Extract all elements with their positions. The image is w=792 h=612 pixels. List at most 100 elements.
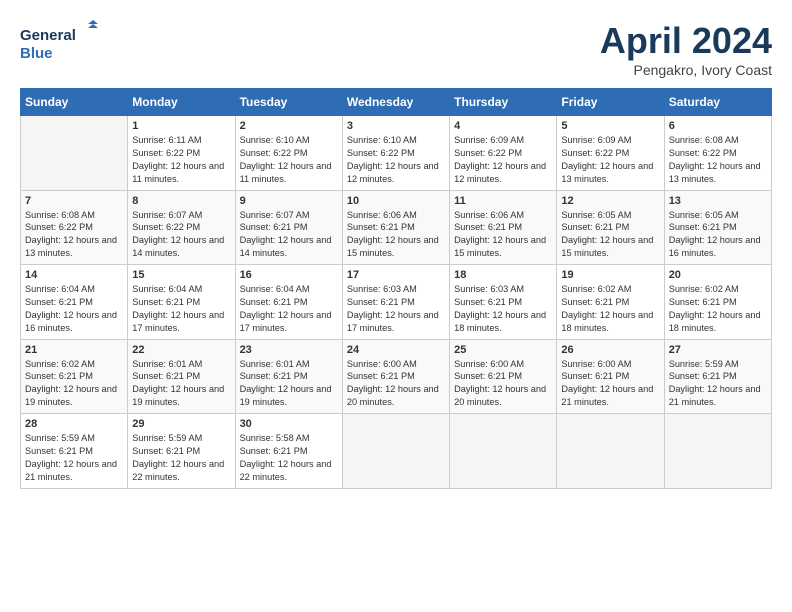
calendar-cell: 29 Sunrise: 5:59 AMSunset: 6:21 PMDaylig… — [128, 414, 235, 489]
calendar-cell: 26 Sunrise: 6:00 AMSunset: 6:21 PMDaylig… — [557, 339, 664, 414]
day-number: 7 — [25, 195, 123, 207]
day-number: 4 — [454, 120, 552, 132]
month-title: April 2024 — [600, 20, 772, 62]
logo: General Blue — [20, 20, 100, 64]
location: Pengakro, Ivory Coast — [600, 62, 772, 78]
day-number: 16 — [240, 269, 338, 281]
day-info: Sunrise: 6:11 AMSunset: 6:22 PMDaylight:… — [132, 135, 224, 184]
day-info: Sunrise: 5:59 AMSunset: 6:21 PMDaylight:… — [132, 433, 224, 482]
day-number: 28 — [25, 418, 123, 430]
day-number: 24 — [347, 344, 445, 356]
week-row-4: 21 Sunrise: 6:02 AMSunset: 6:21 PMDaylig… — [21, 339, 772, 414]
day-info: Sunrise: 6:09 AMSunset: 6:22 PMDaylight:… — [454, 135, 546, 184]
day-info: Sunrise: 6:05 AMSunset: 6:21 PMDaylight:… — [561, 210, 653, 259]
day-info: Sunrise: 6:02 AMSunset: 6:21 PMDaylight:… — [669, 284, 761, 333]
day-number: 5 — [561, 120, 659, 132]
week-row-3: 14 Sunrise: 6:04 AMSunset: 6:21 PMDaylig… — [21, 265, 772, 340]
calendar-cell: 1 Sunrise: 6:11 AMSunset: 6:22 PMDayligh… — [128, 116, 235, 191]
day-number: 22 — [132, 344, 230, 356]
column-header-friday: Friday — [557, 89, 664, 116]
day-number: 14 — [25, 269, 123, 281]
calendar-cell: 18 Sunrise: 6:03 AMSunset: 6:21 PMDaylig… — [450, 265, 557, 340]
calendar-cell — [450, 414, 557, 489]
logo-svg: General Blue — [20, 20, 100, 64]
day-number: 27 — [669, 344, 767, 356]
day-info: Sunrise: 6:04 AMSunset: 6:21 PMDaylight:… — [240, 284, 332, 333]
day-number: 19 — [561, 269, 659, 281]
day-number: 8 — [132, 195, 230, 207]
day-info: Sunrise: 6:06 AMSunset: 6:21 PMDaylight:… — [454, 210, 546, 259]
day-info: Sunrise: 6:07 AMSunset: 6:22 PMDaylight:… — [132, 210, 224, 259]
svg-text:Blue: Blue — [20, 45, 53, 62]
calendar-cell: 14 Sunrise: 6:04 AMSunset: 6:21 PMDaylig… — [21, 265, 128, 340]
day-info: Sunrise: 6:02 AMSunset: 6:21 PMDaylight:… — [561, 284, 653, 333]
calendar-cell: 22 Sunrise: 6:01 AMSunset: 6:21 PMDaylig… — [128, 339, 235, 414]
day-number: 29 — [132, 418, 230, 430]
column-header-wednesday: Wednesday — [342, 89, 449, 116]
calendar-cell: 7 Sunrise: 6:08 AMSunset: 6:22 PMDayligh… — [21, 190, 128, 265]
day-info: Sunrise: 6:00 AMSunset: 6:21 PMDaylight:… — [347, 359, 439, 408]
day-info: Sunrise: 6:09 AMSunset: 6:22 PMDaylight:… — [561, 135, 653, 184]
day-number: 20 — [669, 269, 767, 281]
day-number: 2 — [240, 120, 338, 132]
calendar-cell: 3 Sunrise: 6:10 AMSunset: 6:22 PMDayligh… — [342, 116, 449, 191]
calendar-cell: 20 Sunrise: 6:02 AMSunset: 6:21 PMDaylig… — [664, 265, 771, 340]
day-info: Sunrise: 6:08 AMSunset: 6:22 PMDaylight:… — [669, 135, 761, 184]
day-number: 6 — [669, 120, 767, 132]
calendar-cell: 16 Sunrise: 6:04 AMSunset: 6:21 PMDaylig… — [235, 265, 342, 340]
day-info: Sunrise: 6:04 AMSunset: 6:21 PMDaylight:… — [25, 284, 117, 333]
calendar-cell — [342, 414, 449, 489]
calendar-cell — [21, 116, 128, 191]
day-number: 11 — [454, 195, 552, 207]
day-info: Sunrise: 6:02 AMSunset: 6:21 PMDaylight:… — [25, 359, 117, 408]
day-number: 17 — [347, 269, 445, 281]
day-info: Sunrise: 6:01 AMSunset: 6:21 PMDaylight:… — [132, 359, 224, 408]
calendar-cell: 28 Sunrise: 5:59 AMSunset: 6:21 PMDaylig… — [21, 414, 128, 489]
calendar-cell: 12 Sunrise: 6:05 AMSunset: 6:21 PMDaylig… — [557, 190, 664, 265]
calendar-cell: 24 Sunrise: 6:00 AMSunset: 6:21 PMDaylig… — [342, 339, 449, 414]
calendar-table: SundayMondayTuesdayWednesdayThursdayFrid… — [20, 88, 772, 489]
calendar-cell: 19 Sunrise: 6:02 AMSunset: 6:21 PMDaylig… — [557, 265, 664, 340]
week-row-1: 1 Sunrise: 6:11 AMSunset: 6:22 PMDayligh… — [21, 116, 772, 191]
day-info: Sunrise: 5:59 AMSunset: 6:21 PMDaylight:… — [669, 359, 761, 408]
calendar-cell — [557, 414, 664, 489]
day-info: Sunrise: 6:07 AMSunset: 6:21 PMDaylight:… — [240, 210, 332, 259]
calendar-cell: 17 Sunrise: 6:03 AMSunset: 6:21 PMDaylig… — [342, 265, 449, 340]
calendar-cell: 30 Sunrise: 5:58 AMSunset: 6:21 PMDaylig… — [235, 414, 342, 489]
day-number: 30 — [240, 418, 338, 430]
day-info: Sunrise: 6:10 AMSunset: 6:22 PMDaylight:… — [347, 135, 439, 184]
week-row-2: 7 Sunrise: 6:08 AMSunset: 6:22 PMDayligh… — [21, 190, 772, 265]
day-info: Sunrise: 6:10 AMSunset: 6:22 PMDaylight:… — [240, 135, 332, 184]
calendar-cell: 27 Sunrise: 5:59 AMSunset: 6:21 PMDaylig… — [664, 339, 771, 414]
calendar-cell: 25 Sunrise: 6:00 AMSunset: 6:21 PMDaylig… — [450, 339, 557, 414]
calendar-cell: 13 Sunrise: 6:05 AMSunset: 6:21 PMDaylig… — [664, 190, 771, 265]
calendar-cell: 11 Sunrise: 6:06 AMSunset: 6:21 PMDaylig… — [450, 190, 557, 265]
calendar-cell: 9 Sunrise: 6:07 AMSunset: 6:21 PMDayligh… — [235, 190, 342, 265]
calendar-cell — [664, 414, 771, 489]
day-number: 13 — [669, 195, 767, 207]
day-info: Sunrise: 6:04 AMSunset: 6:21 PMDaylight:… — [132, 284, 224, 333]
day-number: 23 — [240, 344, 338, 356]
day-number: 15 — [132, 269, 230, 281]
calendar-cell: 5 Sunrise: 6:09 AMSunset: 6:22 PMDayligh… — [557, 116, 664, 191]
day-info: Sunrise: 6:03 AMSunset: 6:21 PMDaylight:… — [347, 284, 439, 333]
day-info: Sunrise: 6:08 AMSunset: 6:22 PMDaylight:… — [25, 210, 117, 259]
calendar-header-row: SundayMondayTuesdayWednesdayThursdayFrid… — [21, 89, 772, 116]
day-number: 3 — [347, 120, 445, 132]
day-info: Sunrise: 6:03 AMSunset: 6:21 PMDaylight:… — [454, 284, 546, 333]
calendar-cell: 15 Sunrise: 6:04 AMSunset: 6:21 PMDaylig… — [128, 265, 235, 340]
week-row-5: 28 Sunrise: 5:59 AMSunset: 6:21 PMDaylig… — [21, 414, 772, 489]
calendar-cell: 21 Sunrise: 6:02 AMSunset: 6:21 PMDaylig… — [21, 339, 128, 414]
calendar-cell: 23 Sunrise: 6:01 AMSunset: 6:21 PMDaylig… — [235, 339, 342, 414]
calendar-cell: 6 Sunrise: 6:08 AMSunset: 6:22 PMDayligh… — [664, 116, 771, 191]
title-area: April 2024 Pengakro, Ivory Coast — [600, 20, 772, 78]
day-info: Sunrise: 6:05 AMSunset: 6:21 PMDaylight:… — [669, 210, 761, 259]
column-header-sunday: Sunday — [21, 89, 128, 116]
column-header-saturday: Saturday — [664, 89, 771, 116]
svg-text:General: General — [20, 27, 76, 44]
page-header: General Blue April 2024 Pengakro, Ivory … — [20, 20, 772, 78]
calendar-cell: 8 Sunrise: 6:07 AMSunset: 6:22 PMDayligh… — [128, 190, 235, 265]
day-info: Sunrise: 6:01 AMSunset: 6:21 PMDaylight:… — [240, 359, 332, 408]
day-info: Sunrise: 5:58 AMSunset: 6:21 PMDaylight:… — [240, 433, 332, 482]
calendar-cell: 4 Sunrise: 6:09 AMSunset: 6:22 PMDayligh… — [450, 116, 557, 191]
